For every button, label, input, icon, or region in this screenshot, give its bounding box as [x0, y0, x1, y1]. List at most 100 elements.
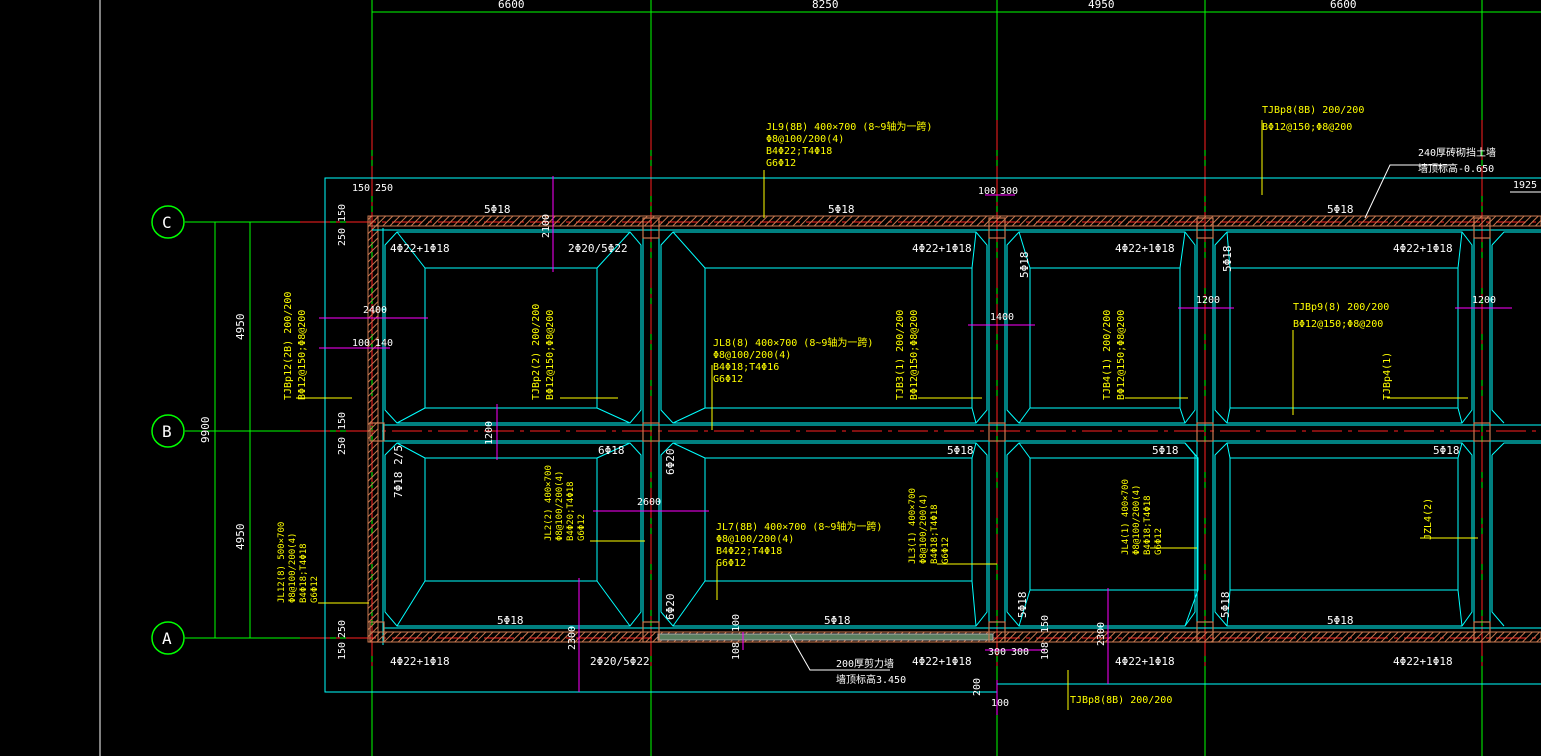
- reinf-c-in-2: 2Φ20/5Φ22: [568, 242, 628, 255]
- svg-text:TJB4(1) 200/200: TJB4(1) 200/200: [1102, 310, 1113, 400]
- label-jl2: JL2(2) 400×700 Φ8@100/200(4) B4Φ20;T4Φ18…: [544, 465, 587, 541]
- reinf-b-1: 6Φ18: [598, 444, 625, 457]
- shear-wall-segment: [657, 633, 994, 641]
- svg-text:200厚剪力墙: 200厚剪力墙: [836, 657, 894, 670]
- axis-label-c: C: [162, 213, 172, 232]
- label-tjbp41: TJBp4(1): [1382, 352, 1393, 400]
- label-tjbp8-top: TJBp8(8B) 200/200 BΦ12@150;Φ8@200: [1262, 105, 1364, 133]
- dim-108: 108: [731, 642, 742, 660]
- reinf-v-3: 6Φ20: [664, 449, 677, 476]
- dim-1200-b: 1200: [1196, 295, 1220, 306]
- reinf-v-2: 5Φ18: [1221, 246, 1234, 273]
- dim-150-a: 150: [337, 642, 348, 660]
- svg-text:JL7(8B) 400×700 (8~9轴为一跨): JL7(8B) 400×700 (8~9轴为一跨): [716, 520, 882, 533]
- svg-text:JL4(1) 400×700: JL4(1) 400×700: [1121, 479, 1131, 555]
- label-jl12: JL12(8) 500×700 Φ8@100/200(4) B4Φ18;T4Φ1…: [277, 522, 320, 603]
- svg-text:TJBp9(8) 200/200: TJBp9(8) 200/200: [1293, 302, 1389, 313]
- reinf-v-1: 5Φ18: [1018, 252, 1031, 279]
- label-wall-bot: 200厚剪力墙 墙顶标高3.450: [836, 657, 906, 686]
- reinf-a-out-3: 4Φ22+1Φ18: [912, 655, 972, 668]
- label-tjbp9: TJBp9(8) 200/200 BΦ12@150;Φ8@200: [1293, 302, 1389, 330]
- svg-text:Φ8@100/200(4): Φ8@100/200(4): [555, 471, 565, 541]
- svg-text:Φ8@100/200(4): Φ8@100/200(4): [713, 350, 791, 361]
- label-jl8: JL8(8) 400×700 (8~9轴为一跨) Φ8@100/200(4) B…: [713, 336, 873, 385]
- svg-text:G6Φ12: G6Φ12: [716, 558, 746, 569]
- dim-left-total: 9900: [199, 417, 212, 444]
- column-pads: [369, 217, 1491, 643]
- dim-250-c: 250: [337, 228, 348, 246]
- reinf-c-top-1: 5Φ18: [484, 203, 511, 216]
- reinf-v-7: 7Φ18 2/5: [392, 445, 405, 498]
- svg-text:B4Φ22;T4Φ18: B4Φ22;T4Φ18: [766, 146, 832, 157]
- reinf-c-top-2: 5Φ18: [828, 203, 855, 216]
- svg-text:B4Φ22;T4Φ18: B4Φ22;T4Φ18: [716, 546, 782, 557]
- reinf-v-5: 5Φ18: [1016, 592, 1029, 619]
- dim-100-bot: 100: [731, 614, 742, 632]
- reinf-v-6: 5Φ18: [1219, 592, 1232, 619]
- dim-2300-b: 2300: [1096, 622, 1107, 646]
- reinf-c-in-5: 4Φ22+1Φ18: [1393, 242, 1453, 255]
- svg-text:G6Φ12: G6Φ12: [766, 158, 796, 169]
- svg-text:B4Φ18;T4Φ18: B4Φ18;T4Φ18: [299, 543, 309, 603]
- label-jl7: JL7(8B) 400×700 (8~9轴为一跨) Φ8@100/200(4) …: [716, 520, 882, 569]
- axis-label-b: B: [162, 422, 172, 441]
- leader-lines: [789, 164, 1541, 671]
- svg-text:BΦ12@150;Φ8@200: BΦ12@150;Φ8@200: [909, 310, 920, 400]
- svg-text:G6Φ12: G6Φ12: [713, 374, 743, 385]
- label-jl3: JL3(1) 400×700 Φ8@100/200(4) B4Φ18;T4Φ18…: [908, 488, 951, 564]
- svg-text:B4Φ18;T4Φ18: B4Φ18;T4Φ18: [1143, 495, 1153, 555]
- dim-250-top: 250: [375, 183, 393, 194]
- dim-200: 200: [972, 678, 983, 696]
- dim-2600: 2600: [637, 497, 661, 508]
- dim-150-top: 150: [352, 183, 370, 194]
- svg-text:Φ8@100/200(4): Φ8@100/200(4): [288, 533, 298, 603]
- reinf-c-in-1: 4Φ22+1Φ18: [390, 242, 450, 255]
- svg-text:BΦ12@150;Φ8@200: BΦ12@150;Φ8@200: [1116, 310, 1127, 400]
- reinf-c-in-4: 4Φ22+1Φ18: [1115, 242, 1175, 255]
- reinf-a-out-4: 4Φ22+1Φ18: [1115, 655, 1175, 668]
- dim-top-1: 6600: [498, 0, 525, 11]
- svg-text:TJBp12(2B) 200/200: TJBp12(2B) 200/200: [283, 292, 294, 400]
- dim-250-a: 250: [337, 620, 348, 638]
- reinf-b-3: 5Φ18: [1152, 444, 1179, 457]
- label-tjbp12: TJBp12(2B) 200/200 BΦ12@150;Φ8@200: [283, 292, 308, 400]
- dim-left-lower: 4950: [234, 524, 247, 551]
- svg-text:G6Φ12: G6Φ12: [1154, 528, 1164, 555]
- svg-text:TJBp8(8B) 200/200: TJBp8(8B) 200/200: [1262, 105, 1364, 116]
- svg-text:Φ8@100/200(4): Φ8@100/200(4): [766, 134, 844, 145]
- svg-text:240厚砖砌挡土墙: 240厚砖砌挡土墙: [1418, 146, 1496, 159]
- dim-1200-c: 1200: [1472, 295, 1496, 306]
- svg-text:B4Φ18;T4Φ16: B4Φ18;T4Φ16: [713, 362, 779, 373]
- reinf-b-4: 5Φ18: [1433, 444, 1460, 457]
- dim-150-c: 150: [337, 204, 348, 222]
- dim-top-2: 8250: [812, 0, 839, 11]
- dim-2100: 2100: [541, 214, 552, 238]
- svg-text:BΦ12@150;Φ8@200: BΦ12@150;Φ8@200: [545, 310, 556, 400]
- svg-text:JL2(2) 400×700: JL2(2) 400×700: [544, 465, 554, 541]
- label-tjbp22: TJBp2(2) 200/200 BΦ12@150;Φ8@200: [531, 304, 556, 400]
- label-jzl4: JZL4(2): [1423, 498, 1434, 540]
- label-jl9: JL9(8B) 400×700 (8~9轴为一跨) Φ8@100/200(4) …: [766, 120, 932, 169]
- reinf-a-out-2: 2Φ20/5Φ22: [590, 655, 650, 668]
- svg-text:G6Φ12: G6Φ12: [577, 514, 587, 541]
- svg-text:B4Φ20;T4Φ18: B4Φ20;T4Φ18: [566, 481, 576, 541]
- dim-100-low: 100: [991, 698, 1009, 709]
- dim-250-b: 250: [337, 437, 348, 455]
- svg-text:BΦ12@150;Φ8@200: BΦ12@150;Φ8@200: [297, 310, 308, 400]
- label-tjb41: TJB4(1) 200/200 BΦ12@150;Φ8@200: [1102, 310, 1127, 400]
- svg-text:G6Φ12: G6Φ12: [310, 576, 320, 603]
- dim-100-top: 100: [978, 186, 996, 197]
- label-tjbp8-bot: TJBp8(8B) 200/200: [1070, 695, 1172, 706]
- dim-2400: 2400: [363, 305, 387, 316]
- beams: [372, 229, 1541, 629]
- dim-140: 140: [375, 338, 393, 349]
- reinf-a-2: 5Φ18: [824, 614, 851, 627]
- dim-top-4: 6600: [1330, 0, 1357, 11]
- reinf-a-out-1: 4Φ22+1Φ18: [390, 655, 450, 668]
- svg-text:BΦ12@150;Φ8@200: BΦ12@150;Φ8@200: [1262, 122, 1352, 133]
- haunch-panels: [384, 231, 1541, 627]
- svg-text:Φ8@100/200(4): Φ8@100/200(4): [1132, 485, 1142, 555]
- dim-108-r: 108: [1040, 642, 1051, 660]
- reinf-b-2: 5Φ18: [947, 444, 974, 457]
- reinf-c-in-3: 4Φ22+1Φ18: [912, 242, 972, 255]
